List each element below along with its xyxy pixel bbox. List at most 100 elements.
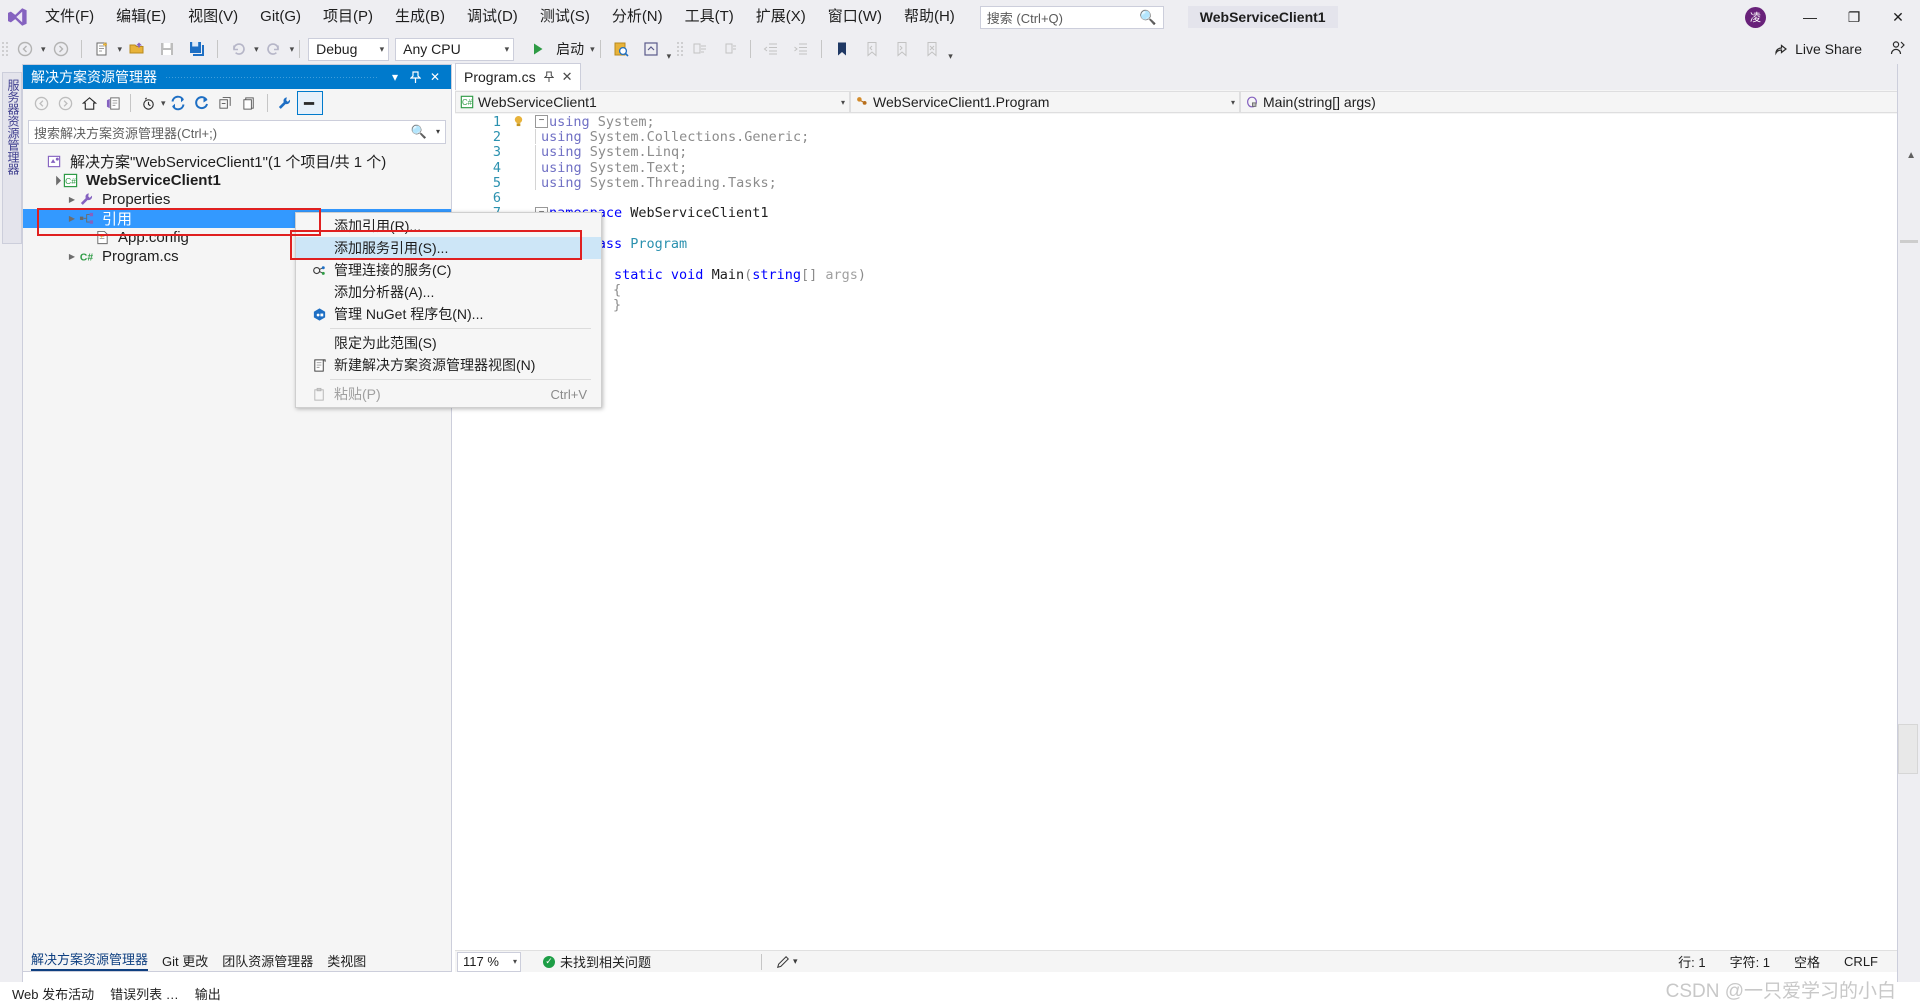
context-menu-item-0[interactable]: 添加引用(R)... — [296, 215, 601, 237]
line-ending-mode[interactable]: CRLF — [1844, 954, 1878, 969]
chevron-down-icon[interactable]: ▾ — [436, 127, 440, 136]
indentation-mode[interactable]: 空格 — [1794, 952, 1820, 971]
code-line-2[interactable]: 2 using System.Collections.Generic; — [455, 129, 1898, 145]
preview-selected-items-icon[interactable] — [296, 91, 323, 115]
code-line-8[interactable]: 8{ — [455, 221, 1898, 237]
toggle-bookmark-icon[interactable] — [827, 37, 857, 61]
nav-method-combo[interactable]: Main(string[] args) — [1240, 91, 1898, 113]
select-window-icon[interactable] — [636, 37, 666, 61]
show-all-files-icon[interactable] — [238, 92, 262, 114]
live-share-button[interactable]: Live Share — [1768, 38, 1868, 60]
menu-item-1[interactable]: 编辑(E) — [105, 0, 177, 34]
expander-collapsed-icon[interactable]: ▶ — [65, 252, 79, 261]
toolbar-overflow-icon[interactable]: ▾ — [948, 51, 953, 64]
save-all-icon[interactable] — [182, 37, 212, 61]
menu-item-10[interactable]: 扩展(X) — [745, 0, 817, 34]
new-project-icon[interactable] — [87, 37, 117, 61]
next-bookmark-icon[interactable] — [887, 37, 917, 61]
comment-selection-icon[interactable] — [685, 37, 715, 61]
context-menu-item-2[interactable]: 管理连接的服务(C) — [296, 259, 601, 281]
minimize-button[interactable]: — — [1788, 0, 1832, 34]
nav-type-combo[interactable]: C# WebServiceClient1 ▾ — [455, 91, 850, 113]
pending-changes-filter-icon[interactable] — [136, 92, 160, 114]
maximize-button[interactable]: ❐ — [1832, 0, 1876, 34]
menu-item-8[interactable]: 分析(N) — [601, 0, 674, 34]
decrease-indent-icon[interactable] — [756, 37, 786, 61]
context-menu-item-4[interactable]: 管理 NuGet 程序包(N)... — [296, 303, 601, 325]
code-line-3[interactable]: 3 using System.Linq; — [455, 144, 1898, 160]
pin-icon[interactable] — [405, 65, 425, 89]
code-line-12[interactable]: 12 { — [455, 282, 1898, 298]
code-line-10[interactable]: 10 { — [455, 251, 1898, 267]
tree-item-0[interactable]: 解决方案"WebServiceClient1"(1 个项目/共 1 个) — [23, 152, 451, 171]
increase-indent-icon[interactable] — [786, 37, 816, 61]
clear-bookmarks-icon[interactable] — [917, 37, 947, 61]
window-menu-icon[interactable]: ▾ — [385, 65, 405, 89]
solution-explorer-footer-tab-1[interactable]: Git 更改 — [162, 951, 208, 970]
code-line-9[interactable]: 9− class Program — [455, 236, 1898, 252]
server-explorer-tab[interactable]: 服务器资源管理器 — [2, 72, 22, 244]
properties-wrench-icon[interactable] — [273, 92, 297, 114]
scroll-up-icon[interactable]: ▲ — [1906, 150, 1916, 161]
menu-item-11[interactable]: 窗口(W) — [817, 0, 893, 34]
menu-item-7[interactable]: 测试(S) — [529, 0, 601, 34]
code-line-16[interactable]: 16 — [455, 343, 1898, 359]
refresh-icon[interactable] — [190, 92, 214, 114]
home-icon[interactable] — [77, 92, 101, 114]
menu-item-0[interactable]: 文件(F) — [34, 0, 105, 34]
start-debug-button[interactable] — [523, 37, 553, 61]
context-menu-item-1[interactable]: 添加服务引用(S)... — [296, 237, 601, 259]
zoom-level-combo[interactable]: 117 % ▾ — [457, 951, 521, 972]
tree-item-2[interactable]: ▶ Properties — [23, 190, 451, 209]
redo-dropdown-icon[interactable]: ▾ — [290, 44, 295, 55]
expander-collapsed-icon[interactable]: ▶ — [65, 195, 79, 204]
more-tools-icon[interactable]: ▾ — [667, 51, 672, 64]
navigate-forward-icon[interactable] — [46, 37, 76, 61]
menu-item-4[interactable]: 项目(P) — [312, 0, 384, 34]
uncomment-selection-icon[interactable] — [715, 37, 745, 61]
start-debug-label[interactable]: 启动 — [553, 39, 584, 59]
feedback-pen-group[interactable]: ▾ — [776, 955, 798, 969]
context-menu-item-6[interactable]: 新建解决方案资源管理器视图(N) — [296, 354, 601, 376]
context-menu-item-3[interactable]: 添加分析器(A)... — [296, 281, 601, 303]
start-debug-dropdown-icon[interactable]: ▾ — [585, 44, 595, 55]
code-line-15[interactable]: 15} — [455, 328, 1898, 344]
expander-collapsed-icon[interactable]: ▶ — [65, 214, 79, 223]
back-icon[interactable] — [29, 92, 53, 114]
forward-icon[interactable] — [53, 92, 77, 114]
previous-bookmark-icon[interactable] — [857, 37, 887, 61]
bottom-tab-0[interactable]: Web 发布活动 — [12, 984, 94, 1003]
code-line-5[interactable]: 5 using System.Threading.Tasks; — [455, 175, 1898, 191]
menu-item-5[interactable]: 生成(B) — [384, 0, 456, 34]
close-icon[interactable]: ✕ — [562, 69, 573, 85]
right-scroll-strip[interactable]: ▲ — [1897, 64, 1920, 982]
avatar[interactable]: 凌 — [1745, 6, 1766, 28]
collapse-all-icon[interactable] — [214, 92, 238, 114]
undo-icon[interactable] — [223, 37, 253, 61]
bottom-tab-2[interactable]: 输出 — [195, 984, 221, 1003]
quick-search-box[interactable]: 搜索 (Ctrl+Q) 🔍 — [979, 5, 1164, 29]
code-line-7[interactable]: 7−namespace WebServiceClient1 — [455, 205, 1898, 221]
code-line-4[interactable]: 4 using System.Text; — [455, 160, 1898, 176]
tab-program-cs[interactable]: Program.cs ✕ — [455, 63, 582, 90]
attach-process-icon[interactable] — [606, 37, 636, 61]
nav-member-combo[interactable]: WebServiceClient1.Program ▾ — [850, 91, 1240, 113]
menu-item-6[interactable]: 调试(D) — [456, 0, 529, 34]
code-line-13[interactable]: 13 } — [455, 297, 1898, 313]
tree-item-1[interactable]: ◢ C# WebServiceClient1 — [23, 171, 451, 190]
pin-icon[interactable] — [543, 71, 554, 83]
code-line-11[interactable]: 11− static void Main(string[] args) — [455, 267, 1898, 283]
menu-item-2[interactable]: 视图(V) — [177, 0, 249, 34]
collapse-outline-icon[interactable]: − — [535, 115, 548, 129]
save-icon[interactable] — [152, 37, 182, 61]
redo-icon[interactable] — [259, 37, 289, 61]
bottom-tab-1[interactable]: 错误列表 … — [110, 984, 179, 1003]
toolbar-grip-2[interactable] — [675, 39, 685, 59]
scrollbar-thumb[interactable] — [1898, 724, 1918, 774]
code-line-14[interactable]: 14 } — [455, 313, 1898, 329]
solution-explorer-search[interactable]: 搜索解决方案资源管理器(Ctrl+;) 🔍 ▾ — [28, 120, 446, 144]
solution-properties-icon[interactable] — [101, 92, 125, 114]
open-file-icon[interactable] — [122, 37, 152, 61]
navigate-back-icon[interactable] — [10, 37, 40, 61]
solution-explorer-footer-tab-3[interactable]: 类视图 — [327, 951, 366, 970]
